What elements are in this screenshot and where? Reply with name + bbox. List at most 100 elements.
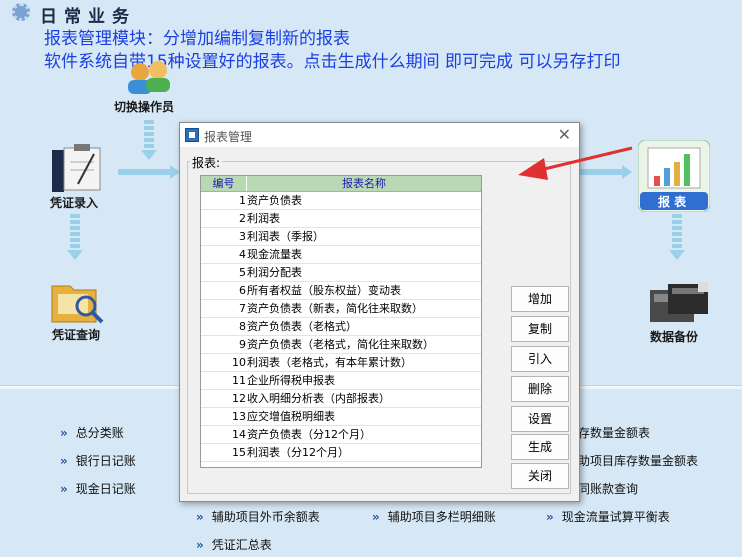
row-number: 13 bbox=[232, 410, 246, 423]
reports-group-label: 报表: bbox=[190, 154, 223, 171]
chevron-right-icon: » bbox=[60, 426, 68, 440]
delete-button[interactable]: 删除 bbox=[511, 376, 569, 402]
right-arrow-icon bbox=[580, 165, 632, 179]
column-header-number[interactable]: 编号 bbox=[201, 176, 247, 191]
voucher-entry-label: 凭证录入 bbox=[50, 196, 99, 210]
row-report-name: 资产负债表（新表，简化往来取数） bbox=[247, 302, 423, 315]
row-number: 1 bbox=[239, 194, 246, 207]
right-arrow-icon bbox=[118, 165, 180, 179]
row-report-name: 现金流量表 bbox=[247, 248, 302, 261]
close-icon[interactable]: ✕ bbox=[558, 125, 571, 144]
reports-button[interactable]: 报 表 bbox=[637, 139, 711, 213]
row-report-name: 利润表（老格式，有本年累计数） bbox=[247, 356, 412, 369]
column-header-name[interactable]: 报表名称 bbox=[247, 176, 481, 191]
row-number: 9 bbox=[239, 338, 246, 351]
dialog-titlebar[interactable]: 报表管理 ✕ bbox=[180, 123, 579, 147]
link-general-ledger[interactable]: » 总分类账 bbox=[60, 424, 124, 441]
module-header: 日常业务 bbox=[0, 0, 742, 27]
row-number: 7 bbox=[239, 302, 246, 315]
chevron-right-icon: » bbox=[372, 510, 380, 524]
link-label: 存数量金额表 bbox=[578, 426, 651, 440]
import-button[interactable]: 引入 bbox=[511, 346, 569, 372]
switch-operator-label: 切换操作员 bbox=[114, 100, 175, 114]
link-label: 银行日记账 bbox=[75, 454, 136, 468]
link-bank-journal[interactable]: » 银行日记账 bbox=[60, 452, 136, 469]
dialog-title: 报表管理 bbox=[204, 130, 253, 144]
voucher-query-button[interactable]: 凭证查询 bbox=[44, 278, 116, 342]
report-manager-dialog: 报表管理 ✕ 报表: 编号 报表名称 1 资产负债表 2 利润表 3 利润表（季报） 4 现金… bbox=[179, 122, 580, 502]
table-row[interactable]: 1 资产负债表 bbox=[201, 192, 481, 210]
table-row[interactable]: 6 所有者权益（股东权益）变动表 bbox=[201, 282, 481, 300]
link-aux-foreign-balance[interactable]: » 辅助项目外币余额表 bbox=[196, 508, 320, 525]
table-row[interactable]: 5 利润分配表 bbox=[201, 264, 481, 282]
settings-button[interactable]: 设置 bbox=[511, 406, 569, 432]
link-aux-multi-column[interactable]: » 辅助项目多栏明细账 bbox=[372, 508, 496, 525]
table-row[interactable]: 13 应交增值税明细表 bbox=[201, 408, 481, 426]
data-backup-button[interactable]: 数据备份 bbox=[644, 280, 716, 344]
row-report-name: 资产负债表（老格式） bbox=[247, 320, 357, 333]
chevron-right-icon: » bbox=[60, 482, 68, 496]
row-report-name: 收入明细分析表（内部报表） bbox=[247, 392, 390, 405]
row-number: 14 bbox=[232, 428, 246, 441]
table-row[interactable]: 3 利润表（季报） bbox=[201, 228, 481, 246]
users-icon bbox=[128, 61, 170, 94]
table-row[interactable]: 11 企业所得税申报表 bbox=[201, 372, 481, 390]
switch-operator-button[interactable]: 切换操作员 bbox=[112, 58, 184, 116]
table-row[interactable]: 9 资产负债表（老格式，简化往来取数） bbox=[201, 336, 481, 354]
reports-table[interactable]: 编号 报表名称 1 资产负债表 2 利润表 3 利润表（季报） 4 现金流量表 5 利润分配表 6 所… bbox=[200, 175, 482, 468]
link-aux-inventory-amount[interactable]: 助项目库存数量金额表 bbox=[578, 452, 698, 469]
table-row[interactable]: 10 利润表（老格式，有本年累计数） bbox=[201, 354, 481, 372]
link-account-query[interactable]: 同账款查询 bbox=[578, 480, 638, 497]
down-arrow-icon bbox=[141, 120, 157, 160]
row-report-name: 利润分配表 bbox=[247, 266, 302, 279]
link-label: 同账款查询 bbox=[578, 482, 639, 496]
chevron-right-icon: » bbox=[196, 510, 204, 524]
row-report-name: 企业所得税申报表 bbox=[247, 374, 335, 387]
row-number: 10 bbox=[232, 356, 246, 369]
row-number: 2 bbox=[239, 212, 246, 225]
row-number: 6 bbox=[239, 284, 246, 297]
row-number: 5 bbox=[239, 266, 246, 279]
annotation-line-1: 报表管理模块：分增加编制复制新的报表 bbox=[44, 29, 350, 49]
table-row[interactable]: 2 利润表 bbox=[201, 210, 481, 228]
row-report-name: 所有者权益（股东权益）变动表 bbox=[247, 284, 401, 297]
voucher-query-label: 凭证查询 bbox=[52, 328, 101, 342]
copy-button[interactable]: 复制 bbox=[511, 316, 569, 342]
generate-button[interactable]: 生成 bbox=[511, 434, 569, 460]
row-report-name: 资产负债表（老格式，简化往来取数） bbox=[247, 338, 434, 351]
row-number: 11 bbox=[232, 374, 246, 387]
table-row[interactable]: 15 利润表（分12个月） bbox=[201, 444, 481, 462]
link-label: 现金日记账 bbox=[75, 482, 136, 496]
table-header: 编号 报表名称 bbox=[201, 176, 481, 192]
table-row[interactable]: 8 资产负债表（老格式） bbox=[201, 318, 481, 336]
row-number: 4 bbox=[239, 248, 246, 261]
chevron-right-icon: » bbox=[546, 510, 554, 524]
table-row[interactable]: 4 现金流量表 bbox=[201, 246, 481, 264]
link-label: 辅助项目外币余额表 bbox=[211, 510, 320, 524]
chevron-right-icon: » bbox=[196, 538, 204, 552]
row-number: 8 bbox=[239, 320, 246, 333]
magnifier-folder-icon bbox=[51, 285, 104, 324]
app-icon bbox=[185, 128, 199, 142]
link-label: 辅助项目多栏明细账 bbox=[387, 510, 496, 524]
row-report-name: 利润表（季报） bbox=[247, 230, 324, 243]
link-cash-journal[interactable]: » 现金日记账 bbox=[60, 480, 136, 497]
voucher-entry-button[interactable]: 凭证录入 bbox=[44, 142, 114, 210]
table-row[interactable]: 12 收入明细分析表（内部报表） bbox=[201, 390, 481, 408]
link-inventory-amount[interactable]: 存数量金额表 bbox=[578, 424, 650, 441]
link-voucher-summary[interactable]: » 凭证汇总表 bbox=[196, 536, 272, 553]
close-button[interactable]: 关闭 bbox=[511, 463, 569, 489]
table-row[interactable]: 7 资产负债表（新表，简化往来取数） bbox=[201, 300, 481, 318]
row-report-name: 资产负债表（分12个月） bbox=[247, 428, 371, 441]
link-cash-flow-balance[interactable]: » 现金流量试算平衡表 bbox=[546, 508, 670, 525]
table-row[interactable]: 14 资产负债表（分12个月） bbox=[201, 426, 481, 444]
row-number: 15 bbox=[232, 446, 246, 459]
link-label: 助项目库存数量金额表 bbox=[578, 454, 699, 468]
add-button[interactable]: 增加 bbox=[511, 286, 569, 312]
row-report-name: 应交增值税明细表 bbox=[247, 410, 335, 423]
reports-label: 报 表 bbox=[658, 195, 687, 209]
down-arrow-icon bbox=[669, 214, 685, 260]
data-backup-label: 数据备份 bbox=[650, 330, 699, 344]
row-report-name: 资产负债表 bbox=[247, 194, 302, 207]
link-label: 总分类账 bbox=[75, 426, 124, 440]
